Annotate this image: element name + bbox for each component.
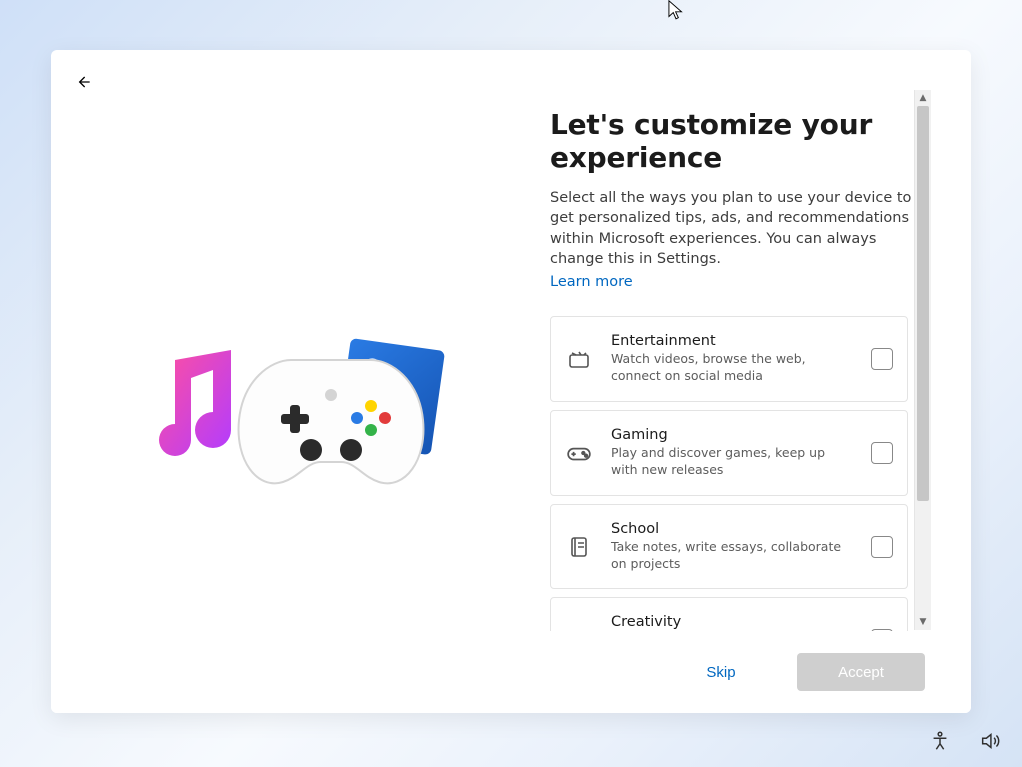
entertainment-icon [565,345,593,373]
option-school[interactable]: School Take notes, write essays, collabo… [550,504,908,590]
content-pane: Let's customize your experience Select a… [550,90,930,630]
option-desc: Take notes, write essays, collaborate on… [611,539,853,573]
accessibility-button[interactable] [926,727,954,755]
page-title: Let's customize your experience [550,108,930,174]
option-checkbox[interactable] [871,442,893,464]
scrollbar-thumb[interactable] [917,106,929,501]
page-description: Select all the ways you plan to use your… [550,188,930,269]
hero-illustration [151,300,481,530]
back-button[interactable] [69,68,97,96]
scroll-up-button[interactable]: ▲ [915,90,931,106]
option-title: Gaming [611,427,853,443]
learn-more-link[interactable]: Learn more [550,274,633,290]
option-gaming[interactable]: Gaming Play and discover games, keep up … [550,410,908,496]
scroll-down-button[interactable]: ▼ [915,614,931,630]
skip-button[interactable]: Skip [657,653,785,691]
option-title: Creativity [611,614,853,630]
option-entertainment[interactable]: Entertainment Watch videos, browse the w… [550,316,908,402]
school-icon [565,533,593,561]
volume-button[interactable] [976,727,1004,755]
option-checkbox[interactable] [871,536,893,558]
oobe-card: Let's customize your experience Select a… [51,50,971,713]
option-desc: Watch videos, browse the web, connect on… [611,351,853,385]
footer: Skip Accept [51,631,971,713]
scrollbar[interactable]: ▲ ▼ [914,90,931,630]
accept-button[interactable]: Accept [797,653,925,691]
option-title: Entertainment [611,333,853,349]
option-title: School [611,521,853,537]
option-checkbox[interactable] [871,348,893,370]
option-desc: Play and discover games, keep up with ne… [611,445,853,479]
gaming-icon [565,439,593,467]
system-tray [926,727,1004,755]
